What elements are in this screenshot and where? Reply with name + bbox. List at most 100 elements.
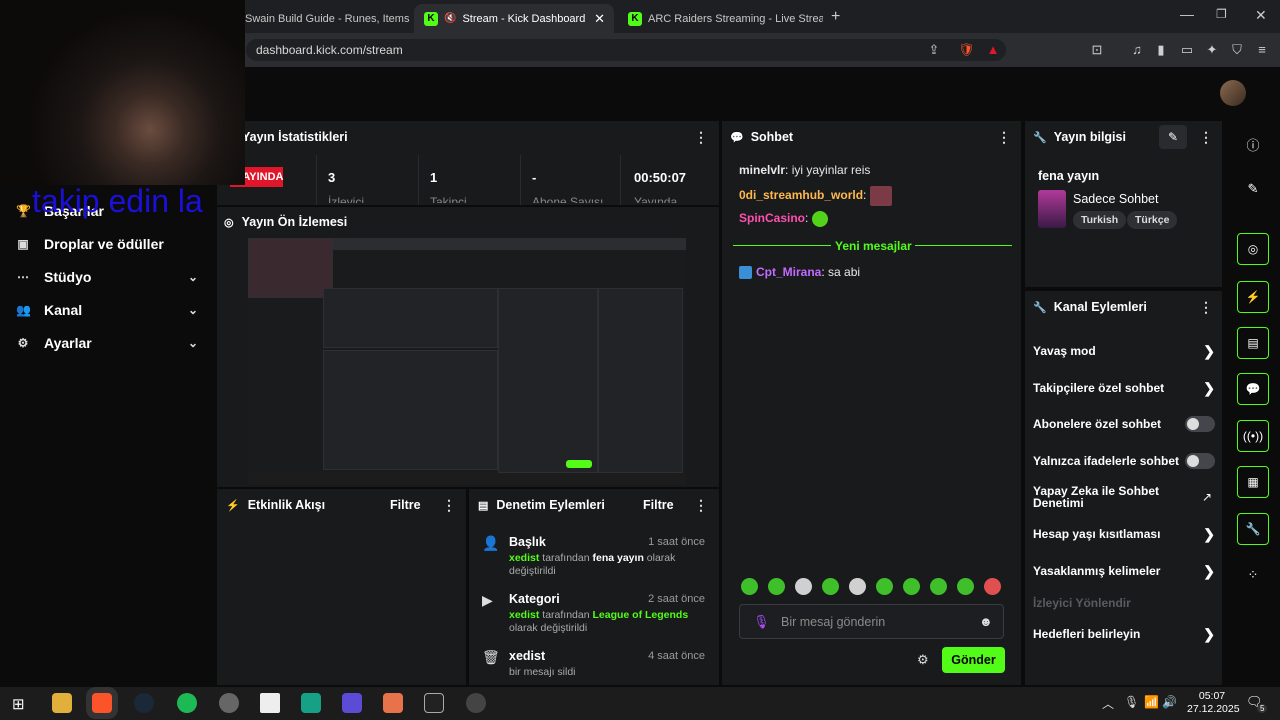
more-options-icon[interactable]: ⋮ [694,497,708,514]
microphone-icon[interactable]: 🎙 [1124,695,1139,709]
mute-icon[interactable]: 🔇 [444,13,456,24]
obs-icon[interactable] [466,693,486,713]
action-banned-words[interactable]: Yasaklanmış kelimeler ❯ [1033,563,1215,579]
chat-username[interactable]: SpinCasino [739,211,805,225]
chat-message[interactable]: 0di_streamhub_world: [739,186,892,206]
preview-toggle-button[interactable]: ◎ [1237,233,1269,265]
chevron-right-icon: ❯ [1203,563,1215,579]
app-icon[interactable] [424,693,444,713]
edit-button[interactable]: ✎ [1159,125,1187,149]
gear-icon[interactable]: ⚙ [917,652,929,668]
sidebar-item-channel[interactable]: 👥 Kanal ⌄ [16,299,206,321]
action-account-age[interactable]: Hesap yaşı kısıtlaması ❯ [1033,526,1215,542]
send-button[interactable]: Gönder [942,647,1005,673]
brave-rewards-icon[interactable]: ▲ [985,42,1001,58]
sidebar-icon[interactable]: ▮ [1153,42,1169,58]
emote-icon[interactable] [741,578,758,595]
more-options-icon[interactable]: ⋮ [442,497,456,514]
tag-chip[interactable]: Türkçe [1127,211,1178,229]
url-field[interactable]: dashboard.kick.com/stream [246,39,1006,61]
emote-icon[interactable] [768,578,785,595]
more-options-icon[interactable]: ⋮ [694,129,708,146]
emoji-icon[interactable]: ☻ [979,614,993,629]
emote-icon[interactable] [930,578,947,595]
arduino-icon[interactable] [301,693,321,713]
emote-icon[interactable] [957,578,974,595]
close-tab-icon[interactable]: ✕ [594,11,605,27]
volume-icon[interactable]: 🔊 [1162,695,1177,709]
tools-toggle-button[interactable]: 🔧 [1237,513,1269,545]
stream-preview[interactable] [248,238,686,485]
wifi-icon[interactable]: 📶 [1144,695,1159,709]
emote-icon[interactable] [849,578,866,595]
wallet-icon[interactable]: ▭ [1179,42,1195,58]
chevron-up-icon[interactable]: ︿ [1102,695,1114,712]
chat-username[interactable]: Cpt_Mirana [756,265,821,279]
emote-icon[interactable] [903,578,920,595]
moderation-filter-button[interactable]: Filtre [643,498,674,512]
tag-chip[interactable]: Turkish [1073,211,1127,229]
microphone-icon[interactable]: 🎙 [753,614,770,630]
moderation-toggle-button[interactable]: ▤ [1237,327,1269,359]
chat-input[interactable]: 🎙 Bir mesaj gönderin ☻ [739,604,1004,639]
close-window-icon[interactable]: ✕ [1255,7,1267,24]
chat-message[interactable]: Cpt_Mirana: sa abi [739,265,860,280]
browser-tab[interactable]: K ARC Raiders Streaming - Live Stream [618,4,823,33]
action-followers-only[interactable]: Takipçilere özel sohbet ❯ [1033,380,1215,396]
notepad-icon[interactable] [260,693,280,713]
activity-toggle-button[interactable]: ⚡ [1237,281,1269,313]
more-options-icon[interactable]: ⋮ [1199,129,1213,146]
clock[interactable]: 05:07 27.12.2025 [1187,690,1240,716]
menu-icon[interactable]: ≡ [1254,42,1270,58]
windows-start-icon[interactable]: ⊞ [12,695,25,713]
mod-title: Kategori [509,592,560,606]
media-icon[interactable]: ♫ [1129,42,1145,58]
leo-icon[interactable]: ✦ [1204,42,1220,58]
sidebar-item-drops[interactable]: ▣ Droplar ve ödüller [16,233,206,255]
info-icon[interactable]: ⓘ [1244,135,1262,153]
activity-filter-button[interactable]: Filtre [390,498,421,512]
emote-icon[interactable] [984,578,1001,595]
broadcast-toggle-button[interactable]: ((•)) [1237,420,1269,452]
action-ai-moderation[interactable]: Yapay Zeka ile Sohbet Denetimi [1033,485,1173,509]
reader-icon[interactable]: ⊡ [1089,42,1105,58]
more-options-icon[interactable]: ⋮ [997,129,1011,146]
more-options-icon[interactable]: ⋮ [1199,299,1213,316]
external-link-icon[interactable]: ↗ [1202,490,1212,504]
pencil-icon[interactable]: ✎ [1244,181,1262,199]
chat-username[interactable]: minelvlr [739,163,785,177]
emote-icon[interactable] [795,578,812,595]
riot-icon[interactable] [219,693,239,713]
chat-message[interactable]: SpinCasino: [739,211,828,227]
browser-tab[interactable]: Swain Build Guide - Runes, Items & M [235,4,410,33]
file-explorer-icon[interactable] [52,693,72,713]
chat-username[interactable]: 0di_streamhub_world [739,188,863,202]
share-icon[interactable]: ⇪ [926,42,942,58]
chat-message[interactable]: minelvlr: iyi yayinlar reis [739,163,870,177]
obsidian-icon[interactable] [342,693,362,713]
preview-stats [323,288,498,348]
emotes-only-toggle[interactable] [1185,453,1215,469]
emote-icon[interactable] [822,578,839,595]
maximize-icon[interactable]: ❐ [1216,7,1227,21]
browser-tab-active[interactable]: K 🔇 Stream - Kick Dashboard ✕ [414,4,614,33]
add-widget-icon[interactable]: ⁘ [1244,567,1262,585]
sidebar-item-studio[interactable]: ⋯ Stüdyo ⌄ [16,266,206,288]
spotify-icon[interactable] [177,693,197,713]
chat-toggle-button[interactable]: 💬 [1237,373,1269,405]
claude-icon[interactable] [383,693,403,713]
vpn-icon[interactable]: ⛉ [1229,42,1245,58]
stat-label: Abone Sayısı [532,195,604,203]
sidebar-item-settings[interactable]: ⚙ Ayarlar ⌄ [16,332,206,354]
action-goals[interactable]: Hedefleri belirleyin ❯ [1033,626,1215,642]
action-slow-mode[interactable]: Yavaş mod ❯ [1033,343,1215,359]
minimize-icon[interactable]: — [1180,6,1194,22]
brave-shield-icon[interactable]: 🛡 [958,42,975,58]
avatar[interactable] [1220,80,1246,106]
brave-icon[interactable] [92,693,112,713]
new-tab-icon[interactable]: + [831,8,840,26]
emote-icon[interactable] [876,578,893,595]
subscribers-only-toggle[interactable] [1185,416,1215,432]
layout-toggle-button[interactable]: ▦ [1237,466,1269,498]
steam-icon[interactable] [134,693,154,713]
